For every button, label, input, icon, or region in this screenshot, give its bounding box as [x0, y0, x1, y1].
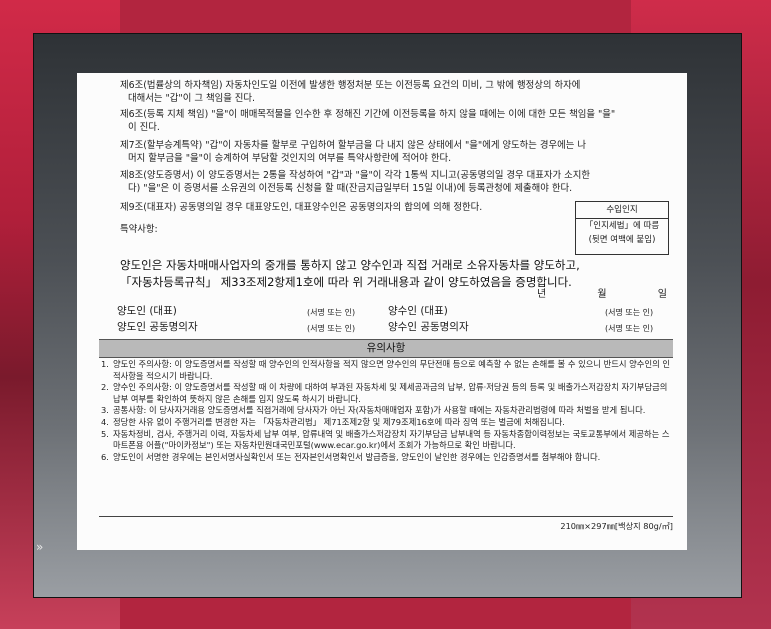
statement-line: 양도인은 자동차매매사업자의 중개를 통하지 않고 양수인과 직접 거래로 소유… [120, 258, 580, 272]
buyer-sign-field: (서명 또는 인) [605, 308, 654, 317]
buyer-label: 양수인 (대표) [388, 305, 448, 317]
clause-text: 제7조(할부승계특약) "갑"이 자동차를 할부로 구입하여 할부금을 다 내지… [120, 140, 587, 151]
note-text: 자동차정비, 검사, 주행거리 이력, 자동차세 납부 여부, 압류내역 및 배… [113, 428, 670, 451]
note-item: 5. 자동차정비, 검사, 주행거리 이력, 자동차세 납부 여부, 압류내역 및… [101, 429, 673, 452]
note-text: 양도인 주의사항: 이 양도증명서를 작성할 때 양수인의 인적사항을 적지 않… [113, 359, 670, 381]
clause-text: 제8조(양도증명서) 이 양도증명서는 2통을 작성하여 "갑"과 "을"이 각… [120, 170, 591, 181]
clause-6-registration-delay: 제6조(등록 지체 책임) "을"이 매매목적물을 인수한 후 정해진 기간에 … [120, 109, 675, 134]
clause-text: 제6조(등록 지체 책임) "을"이 매매목적물을 인수한 후 정해진 기간에 … [120, 109, 616, 120]
note-item: 4. 정당한 사유 없이 주행거리를 변경한 자는 「자동차관리법」 제71조제2… [101, 417, 673, 429]
year-label: 년 [537, 289, 547, 300]
date-row: 년 월 일 [537, 289, 667, 302]
clause-text-cont: 이 진다. [128, 121, 160, 133]
note-number: 3. [101, 405, 109, 416]
clause-text: 제9조(대표자) 공동명의일 경우 대표양도인, 대표양수인은 공동명의자의 합… [120, 202, 483, 213]
clause-text-cont: 머지 할부금을 "을"이 승계하여 부담할 것인지의 여부를 특약사항란에 적어… [128, 152, 452, 164]
buyer-co-owner-label: 양수인 공동명의자 [388, 321, 469, 333]
stamp-box-line: (뒷면 여백에 붙임) [588, 235, 656, 245]
month-label: 월 [597, 289, 607, 300]
transfer-statement: 양도인은 자동차매매사업자의 중개를 통하지 않고 양수인과 직접 거래로 소유… [120, 257, 685, 291]
clause-text-cont: 다) "을"은 이 증명서를 소유권의 이전등록 신청을 할 때(잔금지급일부터… [128, 182, 573, 194]
clause-text-cont: 대해서는 "갑"이 그 책임을 진다. [128, 92, 256, 104]
note-number: 2. [101, 382, 109, 393]
note-text: 정당한 사유 없이 주행거리를 변경한 자는 「자동차관리법」 제71조제2항 … [113, 416, 565, 427]
document-page: 제6조(법률상의 하자책임) 자동차인도일 이전에 발생한 행정처분 또는 이전… [77, 73, 687, 550]
note-item: 6. 양도인이 서명한 경우에는 본인서명사실확인서 또는 전자본인서명확인서 발… [101, 452, 673, 464]
dashboard-symbol-icon: » [36, 540, 44, 554]
clause-7-installment: 제7조(할부승계특약) "갑"이 자동차를 할부로 구입하여 할부금을 다 내지… [120, 140, 675, 165]
note-item: 1. 양도인 주의사항: 이 양도증명서를 작성할 때 양수인의 인적사항을 적지… [101, 359, 673, 382]
stamp-box-line: 「인지세법」에 따름 [584, 221, 660, 231]
note-number: 6. [101, 451, 109, 462]
stamp-box-header: 수입인지 [576, 202, 668, 219]
notes-list: 1. 양도인 주의사항: 이 양도증명서를 작성할 때 양수인의 인적사항을 적지… [101, 359, 673, 463]
buyer-co-owner-sign-field: (서명 또는 인) [605, 324, 654, 333]
note-number: 1. [101, 359, 109, 369]
special-terms-label: 특약사항: [120, 224, 158, 235]
clause-text: 제6조(법률상의 하자책임) 자동차인도일 이전에 발생한 행정처분 또는 이전… [120, 80, 581, 91]
day-label: 일 [657, 289, 667, 300]
revenue-stamp-box: 수입인지 「인지세법」에 따름 (뒷면 여백에 붙임) [575, 201, 669, 255]
footer-divider [99, 516, 673, 517]
note-text: 공통사항: 이 당사자거래용 양도증명서를 직접거래에 당사자가 아닌 자(자동… [113, 405, 646, 416]
note-number: 4. [101, 416, 109, 427]
note-text: 양도인이 서명한 경우에는 본인서명사실확인서 또는 전자본인서명확인서 발급증… [113, 451, 601, 462]
note-number: 5. [101, 428, 109, 439]
note-item: 2. 양수인 주의사항: 이 양도증명서를 작성할 때 이 차량에 대하여 부과된… [101, 382, 673, 405]
notice-header: 유의사항 [99, 339, 673, 358]
note-text: 양수인 주의사항: 이 양도증명서를 작성할 때 이 차량에 대하여 부과된 자… [113, 382, 668, 404]
seller-sign-field: (서명 또는 인) [307, 308, 356, 317]
seller-co-owner-sign-field: (서명 또는 인) [307, 324, 356, 333]
paper-spec-footer: 210㎜×297㎜[백상지 80g/㎡] [560, 521, 673, 531]
note-item: 3. 공통사항: 이 당사자거래용 양도증명서를 직접거래에 당사자가 아닌 자(… [101, 405, 673, 417]
seller-label: 양도인 (대표) [117, 305, 177, 317]
clause-6-legal-liability: 제6조(법률상의 하자책임) 자동차인도일 이전에 발생한 행정처분 또는 이전… [120, 80, 675, 105]
seller-co-owner-label: 양도인 공동명의자 [117, 321, 198, 333]
clause-8-transfer-certificate: 제8조(양도증명서) 이 양도증명서는 2통을 작성하여 "갑"과 "을"이 각… [120, 170, 675, 195]
